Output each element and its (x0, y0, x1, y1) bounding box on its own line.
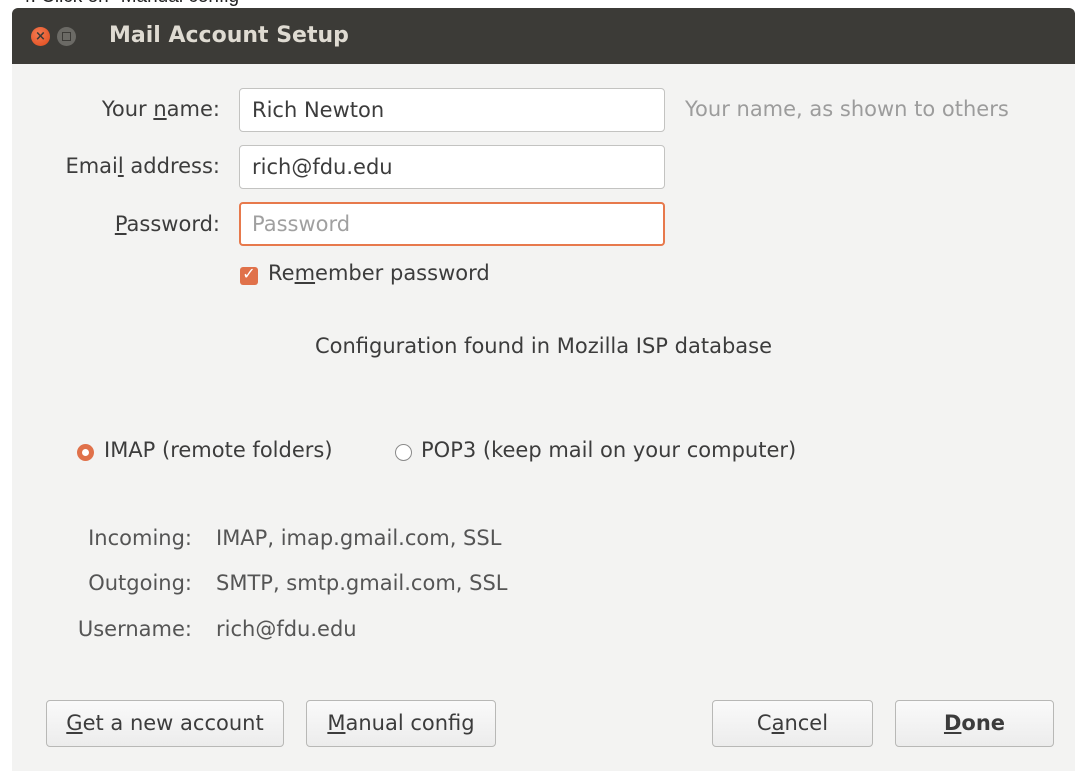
incoming-label: Incoming: (88, 526, 192, 550)
email-address-input[interactable]: rich@fdu.edu (239, 145, 665, 189)
close-icon: × (35, 29, 46, 44)
email-address-label: Email address: (65, 154, 220, 178)
outgoing-label: Outgoing: (88, 571, 192, 595)
pop3-radio[interactable] (395, 444, 412, 461)
document-instruction-line: 4. Click on "Manual config" (0, 0, 246, 8)
username-value: rich@fdu.edu (216, 617, 357, 641)
window-titlebar: × Mail Account Setup (12, 8, 1075, 64)
your-name-label: Your name: (101, 97, 220, 121)
pop3-radio-label[interactable]: POP3 (keep mail on your computer) (421, 438, 796, 462)
imap-radio-label[interactable]: IMAP (remote folders) (104, 438, 333, 462)
maximize-icon (62, 32, 71, 41)
configuration-status-message: Configuration found in Mozilla ISP datab… (314, 334, 773, 358)
cancel-button[interactable]: Cancel (712, 700, 873, 747)
outgoing-value: SMTP, smtp.gmail.com, SSL (216, 571, 508, 595)
done-button[interactable]: Done (895, 700, 1054, 747)
radio-selected-dot-icon (82, 449, 89, 456)
username-label: Username: (77, 617, 192, 641)
close-window-button[interactable]: × (31, 27, 50, 46)
your-name-hint: Your name, as shown to others (685, 97, 1009, 121)
window-title: Mail Account Setup (109, 23, 349, 48)
checkmark-icon: ✓ (242, 264, 256, 283)
get-new-account-button[interactable]: Get a new account (46, 700, 284, 747)
incoming-value: IMAP, imap.gmail.com, SSL (216, 526, 502, 550)
remember-password-checkbox[interactable]: ✓ (240, 264, 258, 285)
maximize-window-button[interactable] (57, 27, 76, 46)
your-name-input[interactable]: Rich Newton (239, 88, 665, 132)
imap-radio[interactable] (77, 444, 94, 461)
password-label: Password: (114, 212, 220, 236)
manual-config-button[interactable]: Manual config (306, 700, 496, 747)
remember-password-label[interactable]: Remember password (268, 261, 490, 285)
password-input[interactable]: Password (239, 202, 665, 246)
mail-account-setup-dialog: Your name: Rich Newton Your name, as sho… (12, 64, 1075, 771)
